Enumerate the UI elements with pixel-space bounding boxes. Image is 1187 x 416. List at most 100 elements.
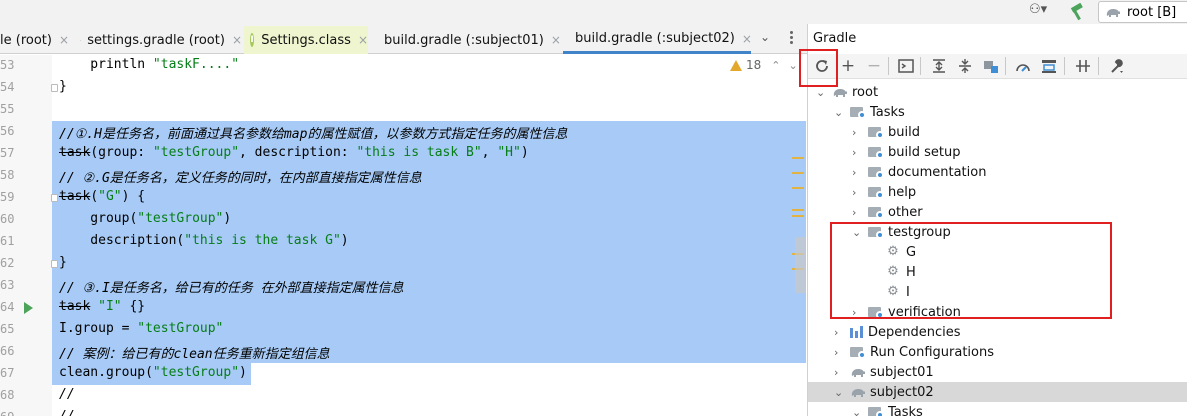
collapse-chevron-icon[interactable]: › [834,346,846,359]
code-comment: // ③.I是任务名，给已有的任务 在外部直接指定属性信息 [59,281,404,296]
tab-label: le (root) [0,32,52,48]
tab-build-gradle-subject01[interactable]: build.gradle (:subject01) × [372,26,561,54]
remove-icon[interactable]: − [865,56,883,76]
user-menu-icon[interactable]: ⚇▾ [1029,2,1047,17]
code-text: group("testGroup") [59,211,232,226]
collapse-all-icon[interactable] [956,57,974,75]
tree-node-dependencies[interactable]: › Dependencies [834,322,961,342]
code-comment: // [59,387,75,402]
run-config-selector[interactable]: root [B] [1098,1,1187,23]
close-icon[interactable]: × [358,33,368,47]
collapse-chevron-icon[interactable]: › [852,186,864,199]
tab-list-chevron-icon[interactable]: ⌄ [760,30,770,44]
tree-node-label: Tasks [888,404,923,416]
settings-wrench-icon[interactable] [1108,57,1126,75]
code-text: description("this is the task G") [59,233,349,248]
tree-node-build[interactable]: › build [852,122,920,142]
tab-label: settings.gradle (root) [87,32,225,48]
tab-settings-gradle[interactable]: settings.gradle (root) × [74,26,242,54]
fold-marker-icon[interactable] [51,84,58,92]
line-number: 59 [0,190,15,204]
code-line: 62 } [0,253,807,275]
tree-node-label: subject01 [870,364,934,380]
execute-task-icon[interactable] [897,57,915,75]
testgroup-highlight-box [830,222,1112,319]
close-icon[interactable]: × [742,32,752,46]
line-number: 53 [0,58,15,72]
collapse-chevron-icon[interactable]: › [852,206,864,219]
project-dependencies-icon[interactable] [982,57,1000,75]
expand-chevron-icon[interactable]: ⌄ [816,86,828,99]
tab-build-gradle-subject02[interactable]: build.gradle (:subject02) × [563,26,752,54]
tree-node-subject02-tasks[interactable]: ⌄ Tasks [852,402,923,416]
tree-node-documentation[interactable]: › documentation [852,162,986,182]
inspection-widget[interactable]: 18 ⌃⌄ [730,58,806,72]
tree-node-label: other [888,204,923,220]
run-task-icon[interactable] [24,302,33,314]
fold-marker-icon[interactable] [51,194,58,202]
code-line: 63 // ③.I是任务名，给已有的任务 在外部直接指定属性信息 [0,275,807,297]
offline-mode-icon[interactable] [1014,57,1032,75]
collapse-chevron-icon[interactable]: › [852,146,864,159]
show-dependencies-icon[interactable] [1074,57,1092,75]
collapse-chevron-icon[interactable]: › [834,326,846,339]
tree-node-other[interactable]: › other [852,202,923,222]
close-icon[interactable]: × [232,33,242,47]
expand-chevron-icon[interactable]: ⌄ [834,386,846,399]
close-icon[interactable]: × [551,33,561,47]
more-options-icon[interactable] [790,31,793,46]
editor-scrollbar-thumb[interactable] [795,237,806,293]
tab-root-build[interactable]: le (root) × [0,26,69,54]
task-folder-icon [868,166,884,179]
expand-chevron-icon[interactable]: ⌄ [852,406,864,416]
gradle-elephant-icon [80,35,81,46]
warning-stripe-marker[interactable] [792,157,804,159]
line-number: 62 [0,256,15,270]
collapse-chevron-icon[interactable]: › [852,166,864,179]
add-icon[interactable]: + [839,56,857,76]
code-line: 69 // [0,407,807,416]
tree-node-tasks[interactable]: ⌄ Tasks [834,102,905,122]
code-line: 55 [0,99,807,121]
tree-node-label: help [888,184,917,200]
toggle-tests-icon[interactable] [1040,57,1058,75]
line-number: 61 [0,234,15,248]
code-line: 54 } [0,77,807,99]
gradle-elephant-icon [850,367,866,378]
task-folder-icon [868,146,884,159]
tree-node-root[interactable]: ⌄ root [816,82,878,102]
warning-stripe-marker[interactable] [792,209,804,211]
tree-node-label: Tasks [870,104,905,120]
tree-node-label: root [852,84,879,100]
hammer-icon[interactable] [1068,3,1086,21]
line-number: 63 [0,278,15,292]
collapse-chevron-icon[interactable]: › [852,126,864,139]
warning-stripe-marker[interactable] [792,215,804,217]
code-line: 60 group("testGroup") [0,209,807,231]
tree-node-subject02[interactable]: ⌄ subject02 [834,382,934,402]
expand-all-icon[interactable] [930,57,948,75]
tree-node-label: documentation [888,164,987,180]
line-number: 60 [0,212,15,226]
fold-marker-icon[interactable] [51,260,58,268]
close-icon[interactable]: × [59,33,69,47]
collapse-chevron-icon[interactable]: › [834,366,846,379]
line-number: 67 [0,366,15,380]
code-line: 61 description("this is the task G") [0,231,807,253]
tree-node-subject01[interactable]: › subject01 [834,362,934,382]
expand-chevron-icon[interactable]: ⌄ [834,106,846,119]
code-comment: // ②.G是任务名，定义任务的同时，在内部直接指定属性信息 [59,171,422,186]
tree-node-run-configurations[interactable]: › Run Configurations [834,342,994,362]
warning-stripe-marker[interactable] [792,187,804,189]
interface-class-icon: I [250,33,255,47]
task-folder-icon [868,406,884,416]
warning-stripe-marker[interactable] [792,172,804,174]
toolbar-separator [1098,57,1099,75]
code-editor[interactable]: 53 println "taskF...." 18 ⌃⌄ 54 } 55 56 … [0,55,807,416]
line-number: 66 [0,344,15,358]
code-line: 66 // 案例：给已有的clean任务重新指定组信息 [0,341,807,363]
code-text: } [59,79,67,94]
tree-node-help[interactable]: › help [852,182,916,202]
tree-node-build-setup[interactable]: › build setup [852,142,960,162]
tab-settings-class[interactable]: I Settings.class × [244,26,368,54]
